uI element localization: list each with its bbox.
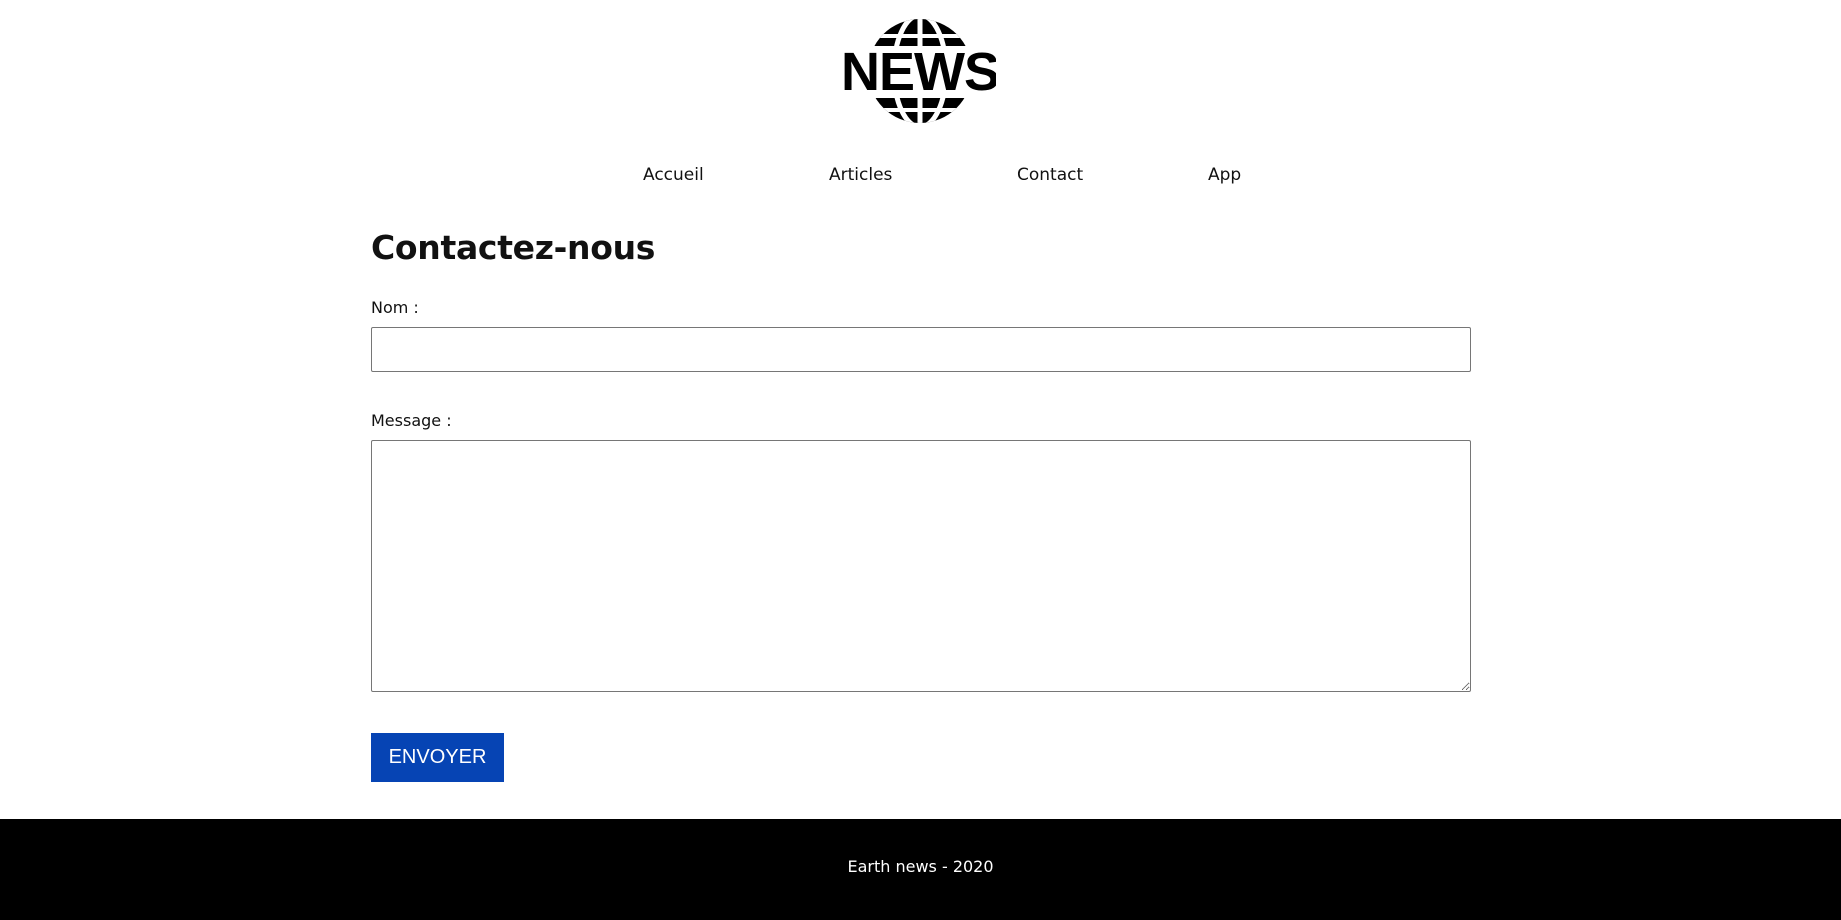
name-input[interactable] [371,327,1471,372]
footer-text: Earth news - 2020 [847,857,994,876]
name-label: Nom : [371,298,419,317]
site-footer: Earth news - 2020 [0,819,1841,920]
logo-text: NEWS [844,42,996,102]
main-nav: Accueil Articles Contact App [0,165,1841,195]
message-textarea[interactable] [371,440,1471,692]
site-header: NEWS Accueil Articles Contact App [0,0,1841,185]
nav-item-app[interactable]: App [1208,165,1241,185]
message-label: Message : [371,411,452,430]
submit-button[interactable]: ENVOYER [371,733,504,782]
nav-item-contact[interactable]: Contact [1017,165,1083,185]
nav-item-accueil[interactable]: Accueil [643,165,704,185]
contact-section: Contactez-nous Nom : Message : ENVOYER [371,228,1471,782]
page-title: Contactez-nous [371,228,656,267]
nav-item-articles[interactable]: Articles [829,165,892,185]
news-logo[interactable]: NEWS [844,18,996,124]
